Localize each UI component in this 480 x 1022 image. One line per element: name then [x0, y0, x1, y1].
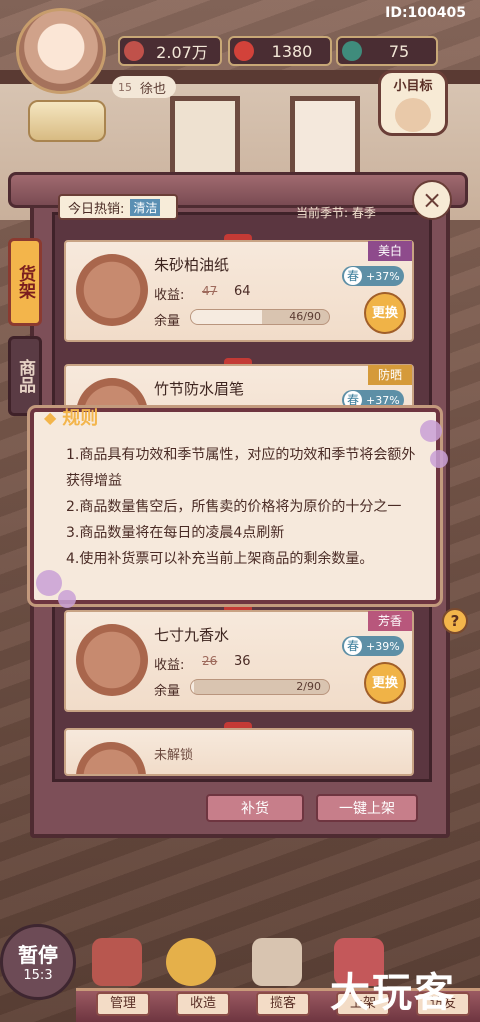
stock-bar: 46/90: [190, 309, 330, 325]
tab-goods[interactable]: 商品: [8, 336, 42, 416]
close-icon[interactable]: ×: [412, 180, 452, 220]
season-badge: 春 +39%: [342, 636, 404, 656]
rule-line: 4.使用补货票可以补充当前上架商品的剩余数量。: [66, 551, 374, 567]
season-badge: 春 +37%: [342, 266, 404, 286]
copper-resource[interactable]: 2.07万: [118, 36, 222, 66]
invite-icon: [252, 938, 302, 986]
scroll-menu-button[interactable]: [28, 100, 106, 142]
old-price: 26: [202, 654, 218, 668]
item-name: 竹节防水眉笔: [154, 380, 245, 398]
oil-paper-icon: [76, 254, 148, 326]
stock-bar: 2/90: [190, 679, 330, 695]
locked-plate-icon: [76, 742, 146, 774]
tab-goods-label: 商品: [15, 359, 35, 393]
help-button[interactable]: ?: [442, 608, 468, 634]
nav-craft[interactable]: 收造: [176, 992, 230, 1016]
rule-line: 3.商品数量将在每日的凌晨4点刷新: [66, 525, 285, 541]
player-id: ID:100405: [385, 5, 466, 21]
tab-shelf[interactable]: 货架: [8, 238, 42, 326]
gem-resource[interactable]: 1380: [228, 36, 332, 66]
income-label: 收益:: [154, 288, 185, 303]
goal-button[interactable]: 小目标: [378, 70, 448, 136]
stock-fill: [191, 680, 195, 694]
rules-body: 1.商品具有功效和季节属性，对应的功效和季节将会额外获得增益 2.商品数量售空后…: [66, 442, 422, 572]
season-bonus: +37%: [366, 393, 400, 407]
orb-resource[interactable]: 75: [336, 36, 438, 66]
pause-button[interactable]: 暂停 15:3: [0, 924, 76, 1000]
restock-button[interactable]: 补货: [206, 794, 304, 822]
season-icon: 春: [344, 637, 362, 655]
flower-decoration: [420, 420, 442, 442]
item-name: 七寸九香水: [154, 626, 230, 644]
rules-title: 规则: [62, 408, 99, 429]
rules-ornament-icon: ◆: [44, 407, 57, 427]
effect-badge: 美白: [368, 241, 412, 261]
hot-sale-text: 今日热销:: [68, 201, 125, 217]
watermark: 大玩客: [330, 970, 456, 1016]
rule-line: 2.商品数量售空后，所售卖的价格将为原价的十分之一: [66, 499, 402, 515]
manage-icon: [92, 938, 142, 986]
item-card[interactable]: 朱砂柏油纸 收益: 47 64 余量 46/90 美白 春 +37% 更换: [64, 240, 414, 342]
flower-decoration: [36, 570, 62, 596]
season-bonus: +39%: [366, 639, 400, 653]
old-price: 47: [202, 284, 218, 298]
copper-coin-icon: [124, 41, 144, 61]
season-bonus: +37%: [366, 269, 400, 283]
stock-label: 余量: [154, 314, 181, 329]
nav-invite[interactable]: 揽客: [256, 992, 310, 1016]
copper-value: 2.07万: [156, 43, 208, 62]
goal-mascot-icon: [395, 98, 431, 132]
green-orb-icon: [342, 41, 362, 61]
orb-value: 75: [388, 41, 410, 61]
tab-shelf-label: 货架: [15, 265, 35, 299]
locked-item-card[interactable]: 未解锁: [64, 728, 414, 776]
game-clock: 15:3: [23, 968, 53, 983]
player-info: 15 徐也: [112, 76, 177, 98]
nav-manage[interactable]: 管理: [96, 992, 150, 1016]
hot-sale-label: 今日热销: 清洁: [58, 194, 178, 220]
stock-text: 46/90: [289, 310, 321, 323]
income-label: 收益:: [154, 658, 185, 673]
flower-decoration: [58, 590, 76, 608]
item-card[interactable]: 七寸九香水 收益: 26 36 余量 2/90 芳香 春 +39% 更换: [64, 610, 414, 712]
stock-fill: [191, 310, 262, 324]
perfume-bottle-icon: [76, 624, 148, 696]
effect-badge: 防晒: [368, 365, 412, 385]
goal-label: 小目标: [393, 79, 433, 94]
flower-decoration: [430, 450, 448, 468]
season-icon: 春: [344, 267, 362, 285]
effect-badge: 芳香: [368, 611, 412, 631]
hot-sale-tag: 清洁: [130, 198, 161, 216]
season-icon: 春: [344, 391, 362, 409]
one-click-shelf-button[interactable]: 一键上架: [316, 794, 418, 822]
rule-line: 1.商品具有功效和季节属性，对应的功效和季节将会额外获得增益: [66, 447, 416, 489]
pause-label: 暂停: [18, 943, 58, 967]
swap-button[interactable]: 更换: [364, 662, 406, 704]
current-season: 当前季节: 春季: [296, 206, 376, 220]
player-name: 徐也: [140, 81, 167, 97]
gem-value: 1380: [271, 41, 313, 61]
player-avatar[interactable]: [16, 8, 106, 94]
stock-label: 余量: [154, 684, 181, 699]
season-badge: 春 +37%: [342, 390, 404, 410]
locked-label: 未解锁: [154, 748, 194, 763]
item-name: 朱砂柏油纸: [154, 256, 230, 274]
player-level: 15: [118, 80, 132, 94]
new-price: 36: [234, 654, 251, 669]
new-price: 64: [234, 284, 251, 299]
red-gem-icon: [234, 41, 254, 61]
swap-button[interactable]: 更换: [364, 292, 406, 334]
stock-text: 2/90: [296, 680, 321, 693]
rules-header: ◆ 规则: [44, 404, 98, 430]
craft-icon: [166, 938, 216, 986]
